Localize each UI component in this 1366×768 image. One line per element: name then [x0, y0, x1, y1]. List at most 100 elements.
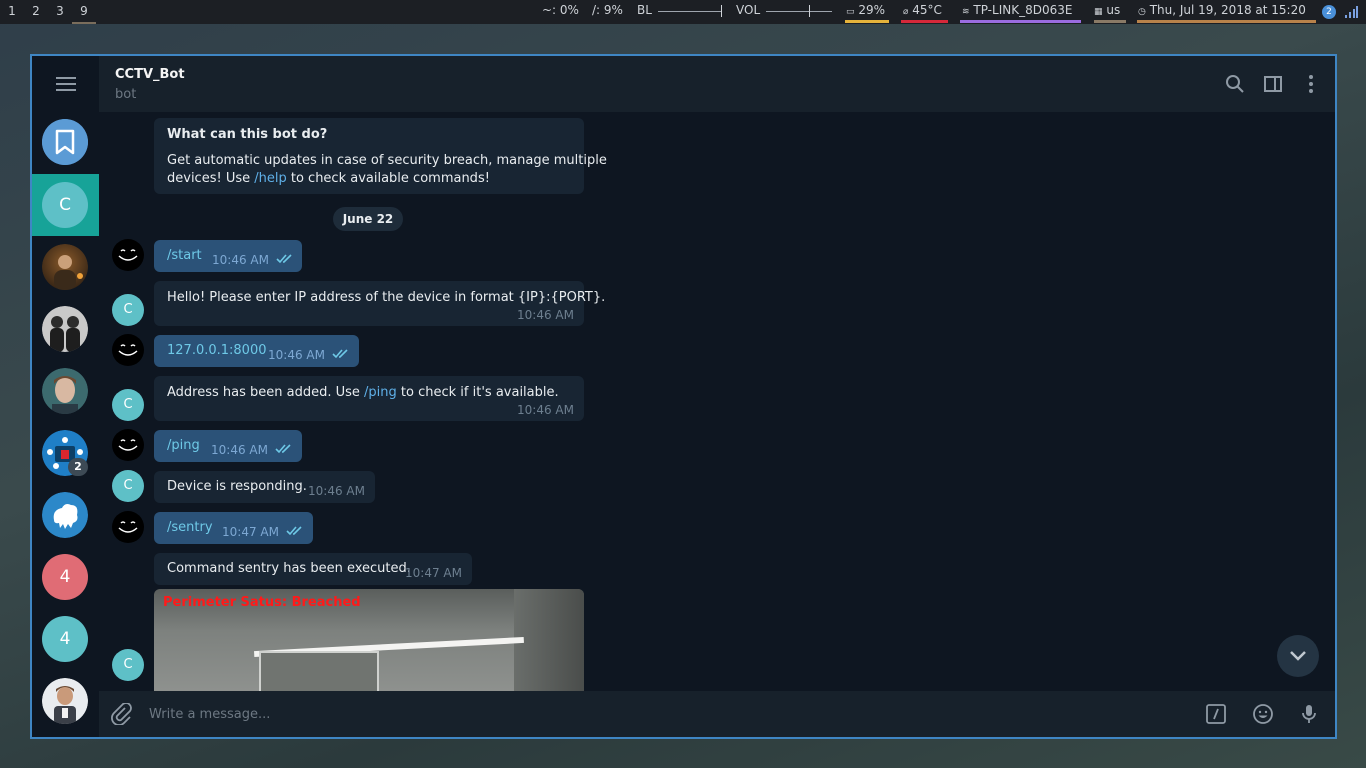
- scroll-to-bottom-button[interactable]: [1277, 635, 1319, 677]
- signal-icon: [1345, 6, 1358, 18]
- wifi-underline: [960, 20, 1081, 23]
- read-ticks-icon: [276, 254, 292, 264]
- message-text[interactable]: Hello! Please enter IP address of the de…: [167, 290, 605, 305]
- wifi-icon: ≋: [962, 7, 970, 17]
- bot-description: What can this bot do? Get automatic upda…: [154, 118, 607, 194]
- menu-icon[interactable]: [56, 76, 76, 92]
- message-text[interactable]: /start: [167, 248, 202, 263]
- date-divider: June 22: [333, 207, 403, 231]
- chat-item-7[interactable]: [42, 492, 88, 538]
- perimeter-status-overlay: Perimeter Satus: Breached: [163, 595, 361, 610]
- read-ticks-icon: [275, 444, 291, 454]
- sidebar-toggle-icon[interactable]: [1263, 74, 1283, 94]
- message-time: 10:46 AM: [308, 484, 365, 498]
- message-incoming[interactable]: Address has been added. Use /ping to che…: [154, 376, 584, 421]
- chat-item-3[interactable]: [42, 244, 88, 290]
- avatar-photo-icon: [42, 368, 88, 414]
- chevron-down-icon: [1290, 651, 1306, 661]
- backlight-slider[interactable]: [658, 11, 722, 12]
- message-incoming[interactable]: Command sentry has been executed. 10:47 …: [154, 553, 472, 585]
- message-outgoing[interactable]: 127.0.0.1:8000 10:46 AM: [154, 335, 359, 367]
- keyboard-underline: [1094, 20, 1126, 23]
- avatar-photo-icon: [42, 306, 88, 352]
- chat-item-4[interactable]: [42, 306, 88, 352]
- chat-item-10[interactable]: [42, 678, 88, 724]
- chat-list-sidebar: C 2 4 4: [32, 56, 99, 737]
- volume-slider[interactable]: [766, 11, 832, 12]
- camera-snapshot-image[interactable]: Perimeter Satus: Breached: [154, 589, 584, 691]
- chat-item-9[interactable]: 4: [42, 616, 88, 662]
- message-time: 10:46 AM: [517, 403, 574, 417]
- home-usage: ~: 0%: [542, 3, 579, 17]
- help-command-link[interactable]: /help: [254, 171, 286, 186]
- workspace-2[interactable]: 2: [24, 0, 48, 24]
- my-avatar-smiley-icon[interactable]: [112, 511, 144, 543]
- message-time: 10:46 AM: [211, 443, 268, 457]
- battery-icon: ▭: [846, 7, 855, 17]
- photo-monitor: [259, 651, 379, 691]
- chat-initial: 4: [59, 629, 71, 649]
- message-time: 10:46 AM: [517, 308, 574, 322]
- more-options-icon[interactable]: [1301, 74, 1321, 94]
- emoji-icon[interactable]: [1252, 703, 1274, 725]
- status-bar: 1 2 3 9 ~: 0% /: 9% BL VOL ▭ 29% ⌀ 45°C …: [0, 0, 1366, 24]
- temperature-underline: [901, 20, 948, 23]
- bot-avatar[interactable]: C: [112, 470, 144, 502]
- thermometer-icon: ⌀: [903, 7, 909, 17]
- message-time: 10:47 AM: [405, 566, 462, 580]
- photo-wall-shadow: [514, 589, 584, 691]
- message-incoming[interactable]: Hello! Please enter IP address of the de…: [154, 281, 605, 326]
- keyboard-icon: ▦: [1094, 7, 1103, 17]
- read-ticks-icon: [332, 349, 348, 359]
- backlight-knob: [721, 5, 722, 17]
- workspace-9[interactable]: 9: [72, 0, 96, 24]
- attach-icon[interactable]: [111, 703, 133, 725]
- bot-description-line2: devices! Use /help to check available co…: [167, 171, 490, 186]
- saved-messages-item[interactable]: [42, 119, 88, 165]
- notification-badge[interactable]: 2: [1322, 5, 1336, 19]
- avatar-photo-icon: [42, 678, 88, 724]
- workspace-1[interactable]: 1: [0, 0, 24, 24]
- message-text[interactable]: Address has been added. Use /ping to che…: [167, 385, 559, 400]
- telegram-window: C 2 4 4 CCTV_Bot bot What can this bot d…: [30, 54, 1337, 739]
- message-outgoing[interactable]: /start 10:46 AM: [154, 240, 302, 272]
- avatar-cloud-icon: [42, 492, 88, 538]
- message-outgoing[interactable]: /ping 10:46 AM: [154, 430, 302, 462]
- chat-item-5[interactable]: [42, 368, 88, 414]
- message-composer: [99, 691, 1335, 737]
- microphone-icon[interactable]: [1298, 703, 1320, 725]
- bot-avatar[interactable]: C: [112, 294, 144, 326]
- bot-avatar[interactable]: C: [112, 649, 144, 681]
- chat-initial: 4: [59, 567, 71, 587]
- bot-avatar[interactable]: C: [112, 389, 144, 421]
- message-input[interactable]: [149, 701, 1189, 727]
- bot-commands-icon[interactable]: [1205, 703, 1227, 725]
- message-outgoing[interactable]: /sentry 10:47 AM: [154, 512, 313, 544]
- my-avatar-smiley-icon[interactable]: [112, 239, 144, 271]
- my-avatar-smiley-icon[interactable]: [112, 334, 144, 366]
- search-icon[interactable]: [1225, 74, 1245, 94]
- read-ticks-icon: [286, 526, 302, 536]
- bot-description-heading: What can this bot do?: [167, 127, 328, 142]
- chat-title[interactable]: CCTV_Bot: [115, 67, 185, 82]
- my-avatar-smiley-icon[interactable]: [112, 429, 144, 461]
- bookmark-icon: [42, 119, 88, 165]
- chat-item-8[interactable]: 4: [42, 554, 88, 600]
- chat-subtitle: bot: [115, 87, 137, 102]
- battery-underline: [845, 20, 889, 23]
- clock-icon: ◷: [1138, 7, 1146, 17]
- message-time: 10:47 AM: [222, 525, 279, 539]
- message-list[interactable]: What can this bot do? Get automatic upda…: [99, 112, 1335, 691]
- message-text[interactable]: /ping: [167, 438, 200, 453]
- message-text[interactable]: Device is responding.: [167, 479, 307, 494]
- bot-description-line1: Get automatic updates in case of securit…: [167, 153, 607, 168]
- message-text[interactable]: Command sentry has been executed.: [167, 561, 411, 576]
- ping-command-link[interactable]: /ping: [364, 385, 397, 400]
- clock-underline: [1137, 20, 1316, 23]
- message-incoming[interactable]: Device is responding. 10:46 AM: [154, 471, 375, 503]
- message-text[interactable]: /sentry: [167, 520, 213, 535]
- unread-badge: 2: [68, 458, 88, 476]
- workspace-3[interactable]: 3: [48, 0, 72, 24]
- chat-item-cctv-bot[interactable]: C: [42, 182, 88, 228]
- message-text[interactable]: 127.0.0.1:8000: [167, 343, 267, 358]
